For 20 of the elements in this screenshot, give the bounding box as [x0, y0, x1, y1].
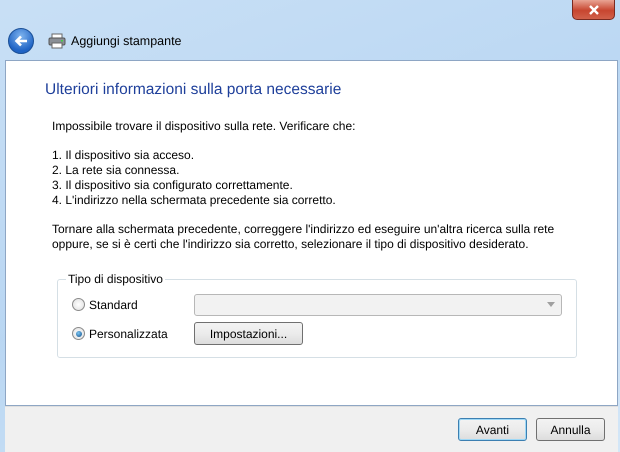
dropdown-arrow-icon: [547, 302, 555, 307]
dialog-button[interactable]: Avanti: [458, 418, 527, 441]
dialog-button[interactable]: Annulla: [536, 418, 605, 441]
intro-text: Impossibile trovare il dispositivo sulla rete. Verificare che:: [52, 119, 356, 134]
checklist-item: 4. L'indirizzo nella schermata precedente sia corretto.: [52, 193, 337, 208]
settings-button[interactable]: Impostazioni...: [194, 322, 303, 345]
checklist-item: 3. Il dispositivo sia configurato correttamente.: [52, 178, 294, 193]
radio-button[interactable]: [72, 327, 85, 340]
close-button[interactable]: [572, 0, 615, 20]
back-button[interactable]: [8, 28, 34, 54]
close-icon: [588, 4, 600, 14]
printer-icon: [48, 33, 66, 49]
back-arrow-icon: [14, 35, 28, 47]
instructions-text: Tornare alla schermata precedente, correggere l'indirizzo ed eseguire un'altra ricerca sulla rete oppure, se si è certi che l'indirizzo sia corretto, selezionare il tipo di dispositivo desiderato.: [52, 222, 556, 252]
radio-label[interactable]: Personalizzata: [89, 326, 168, 340]
window-title: Aggiungi stampante: [71, 34, 182, 48]
checklist-item: 1. Il dispositivo sia acceso.: [52, 148, 196, 163]
page-heading: Ulteriori informazioni sulla porta necessarie: [44, 80, 342, 99]
checklist-item: 2. La rete sia connessa.: [52, 163, 180, 178]
group-legend: Tipo di dispositivo: [66, 272, 165, 286]
